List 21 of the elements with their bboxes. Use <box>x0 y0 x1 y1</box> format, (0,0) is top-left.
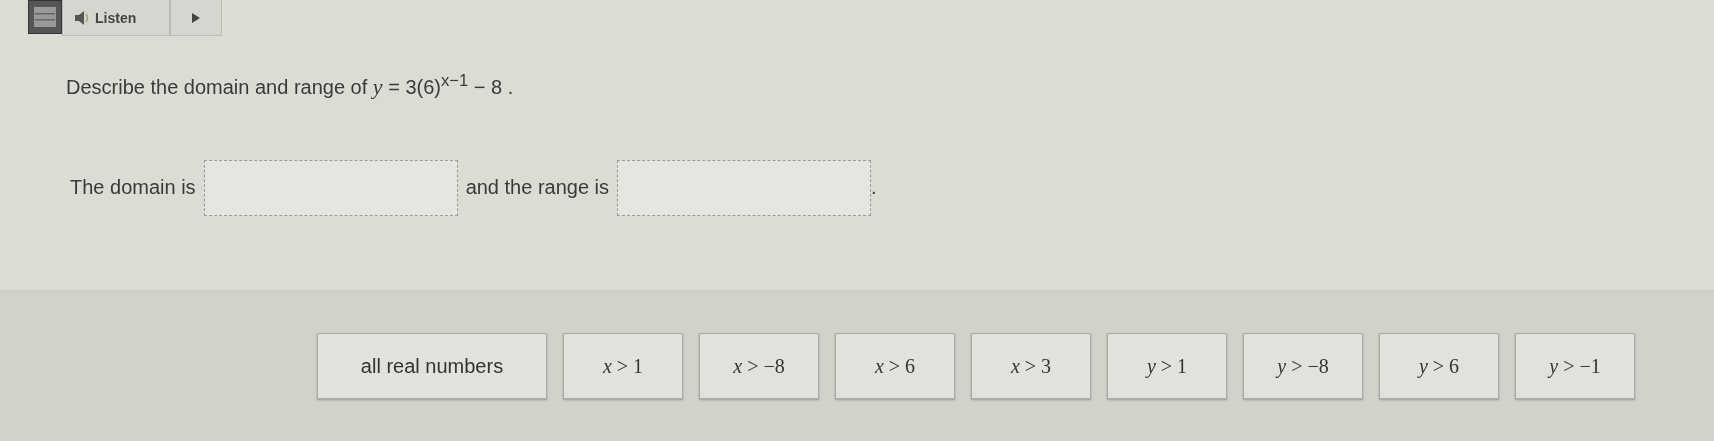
answer-option[interactable]: x > 1 <box>563 333 683 399</box>
sentence-text: and the range is <box>465 176 610 200</box>
answer-option[interactable]: all real numbers <box>317 333 547 399</box>
answer-option[interactable]: x > −8 <box>699 333 819 399</box>
answer-option[interactable]: x > 3 <box>971 333 1091 399</box>
answer-box[interactable] <box>617 159 872 216</box>
sentence-text: . <box>871 176 877 200</box>
answer-option[interactable]: y > 6 <box>1379 333 1499 399</box>
sentence-text: The domain is <box>70 176 196 200</box>
question-text: Describe the domain and range of y = 3(6)$^{x−1}$ − 8 . <box>66 71 515 100</box>
speaker-icon <box>75 10 91 25</box>
listen-button[interactable]: Listen <box>62 0 170 36</box>
menu-icon <box>34 7 56 27</box>
play-icon <box>192 12 200 23</box>
answer-option[interactable]: y > −1 <box>1515 333 1635 399</box>
play-button[interactable] <box>170 0 222 36</box>
answer-option[interactable]: y > 1 <box>1107 333 1227 399</box>
answer-box[interactable] <box>203 159 458 216</box>
menu-button[interactable] <box>28 0 62 34</box>
answer-option[interactable]: x > 6 <box>835 333 955 399</box>
answer-option[interactable]: y > −8 <box>1243 333 1363 399</box>
